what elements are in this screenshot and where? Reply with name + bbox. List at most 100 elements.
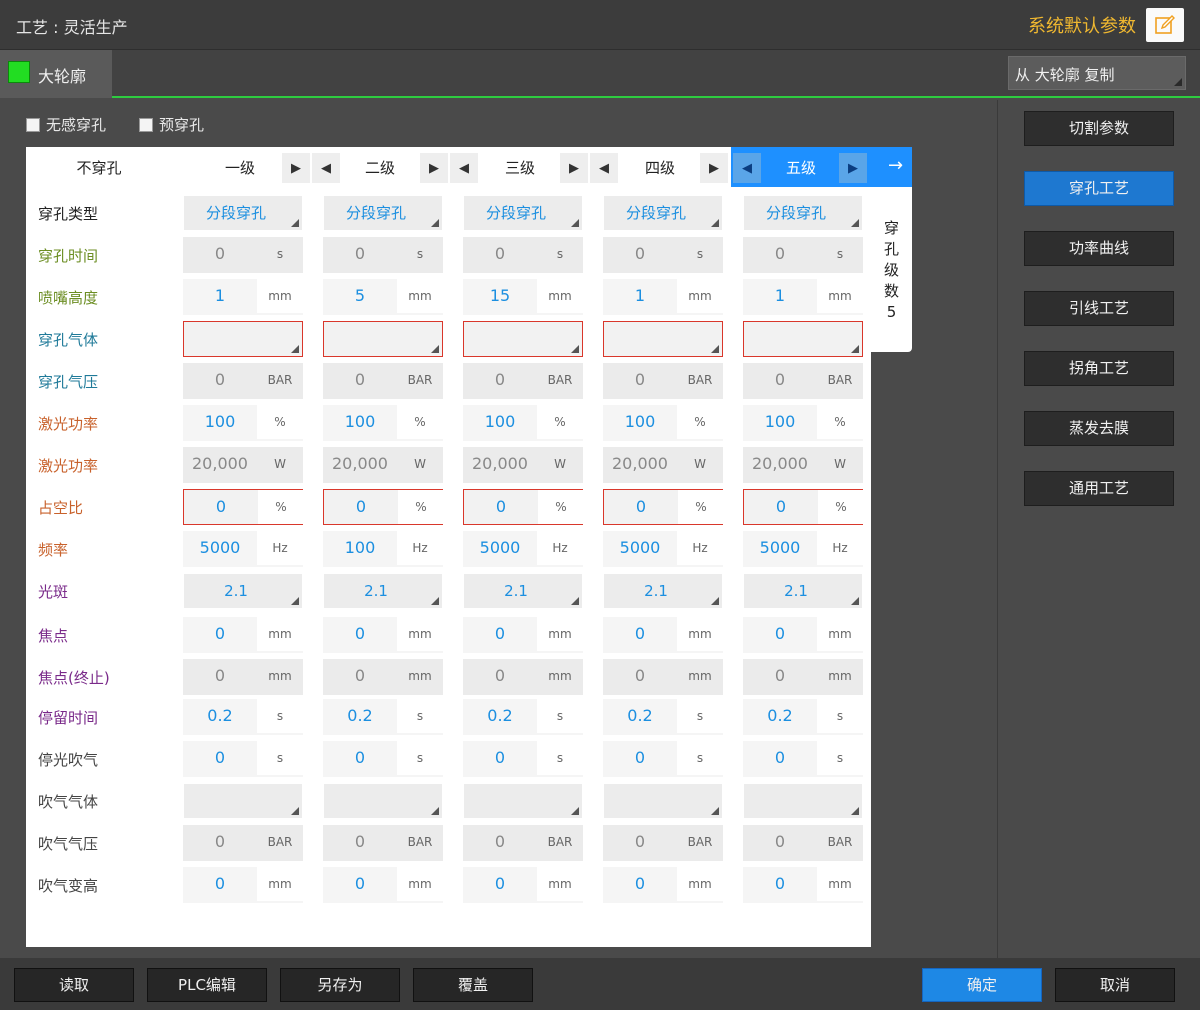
next-arrow[interactable]: ▶ <box>700 153 728 183</box>
param-select[interactable]: 2.1 <box>744 574 862 608</box>
tab-level-4[interactable]: 四级 <box>614 147 706 187</box>
silent-pierce-checkbox[interactable] <box>26 117 40 132</box>
nav-cutting-params[interactable]: 切割参数 <box>1024 111 1174 146</box>
tab-level-1[interactable]: 一级 <box>194 147 286 187</box>
param-select[interactable] <box>743 321 863 357</box>
nav-evaporate-film[interactable]: 蒸发去膜 <box>1024 411 1174 446</box>
nav-corner-process[interactable]: 拐角工艺 <box>1024 351 1174 386</box>
param-field[interactable]: 0s <box>463 741 583 777</box>
next-arrow[interactable]: ▶ <box>282 153 310 183</box>
param-field[interactable]: 5000 Hz <box>183 531 303 567</box>
param-field[interactable]: 0.2 s <box>463 699 583 735</box>
param-select[interactable] <box>184 784 302 818</box>
param-select[interactable]: 2.1 <box>464 574 582 608</box>
field-value: 1 <box>774 286 786 305</box>
param-select[interactable]: 分段穿孔 <box>604 196 722 230</box>
param-field[interactable]: 5 mm <box>323 279 443 315</box>
pre-pierce-checkbox[interactable] <box>139 117 153 132</box>
param-field[interactable]: 0% <box>463 489 584 525</box>
param-select[interactable] <box>183 321 303 357</box>
param-field: 0 BAR <box>603 363 723 399</box>
param-field[interactable]: 1 mm <box>183 279 303 315</box>
param-field[interactable]: 0 mm <box>603 867 723 903</box>
system-defaults-link[interactable]: 系统默认参数 <box>1028 12 1136 38</box>
param-field[interactable]: 0% <box>743 489 864 525</box>
tab-level-3[interactable]: 三级 <box>474 147 566 187</box>
param-field[interactable]: 0 mm <box>463 867 583 903</box>
nav-general-process[interactable]: 通用工艺 <box>1024 471 1174 506</box>
param-field[interactable]: 0.2 s <box>603 699 723 735</box>
param-field[interactable]: 100% <box>463 405 583 441</box>
param-select[interactable]: 2.1 <box>604 574 722 608</box>
param-field[interactable]: 0% <box>603 489 724 525</box>
param-field[interactable]: 1 mm <box>603 279 723 315</box>
nav-pierce-process[interactable]: 穿孔工艺 <box>1024 171 1174 206</box>
param-field[interactable]: 0s <box>743 741 863 777</box>
tab-no-pierce[interactable]: 不穿孔 <box>38 147 160 187</box>
param-field[interactable]: 100% <box>743 405 863 441</box>
read-button[interactable]: 读取 <box>14 968 134 1002</box>
field-unit: BAR <box>547 373 573 387</box>
param-field[interactable]: 100 Hz <box>323 531 443 567</box>
next-arrow[interactable]: ▶ <box>839 153 867 183</box>
field-value: 100 <box>204 412 236 431</box>
param-field[interactable]: 0% <box>323 489 444 525</box>
param-field[interactable]: 0 mm <box>463 617 583 653</box>
go-arrow-icon[interactable]: → <box>879 147 912 187</box>
param-field[interactable]: 0 mm <box>743 617 863 653</box>
silent-pierce-option[interactable]: 无感穿孔 <box>26 114 106 135</box>
tab-level-5-active[interactable]: ◀ 五级 ▶ → <box>731 147 912 187</box>
pre-pierce-option[interactable]: 预穿孔 <box>139 114 204 135</box>
param-select[interactable] <box>604 784 722 818</box>
param-field[interactable]: 0.2 s <box>183 699 303 735</box>
param-select[interactable] <box>464 784 582 818</box>
param-field[interactable]: 0% <box>183 489 304 525</box>
param-field[interactable]: 0 mm <box>323 617 443 653</box>
param-field[interactable]: 0 mm <box>183 617 303 653</box>
edit-button[interactable] <box>1146 8 1184 42</box>
param-field[interactable]: 100% <box>603 405 723 441</box>
param-field[interactable]: 0.2 s <box>323 699 443 735</box>
param-select[interactable] <box>323 321 443 357</box>
param-select[interactable]: 2.1 <box>184 574 302 608</box>
field-value: 20,000 <box>472 454 528 473</box>
param-select[interactable]: 分段穿孔 <box>184 196 302 230</box>
nav-power-curve[interactable]: 功率曲线 <box>1024 231 1174 266</box>
param-select[interactable]: 分段穿孔 <box>324 196 442 230</box>
param-field[interactable]: 100% <box>323 405 443 441</box>
tab-large-contour[interactable]: 大轮廓 <box>0 50 112 98</box>
param-field[interactable]: 0 mm <box>743 867 863 903</box>
param-field[interactable]: 0 mm <box>183 867 303 903</box>
param-select[interactable]: 2.1 <box>324 574 442 608</box>
param-field[interactable]: 0s <box>323 741 443 777</box>
param-field[interactable]: 0.2 s <box>743 699 863 735</box>
next-arrow[interactable]: ▶ <box>420 153 448 183</box>
param-select[interactable]: 分段穿孔 <box>464 196 582 230</box>
param-select[interactable]: 分段穿孔 <box>744 196 862 230</box>
field-unit: mm <box>677 617 723 651</box>
param-field[interactable]: 5000 Hz <box>603 531 723 567</box>
param-field[interactable]: 1 mm <box>743 279 863 315</box>
param-field[interactable]: 5000 Hz <box>743 531 863 567</box>
confirm-button[interactable]: 确定 <box>922 968 1042 1002</box>
tab-level-2[interactable]: 二级 <box>334 147 426 187</box>
plc-edit-button[interactable]: PLC编辑 <box>147 968 267 1002</box>
param-field[interactable]: 0s <box>183 741 303 777</box>
next-arrow[interactable]: ▶ <box>560 153 588 183</box>
save-as-button[interactable]: 另存为 <box>280 968 400 1002</box>
param-select[interactable] <box>324 784 442 818</box>
overwrite-button[interactable]: 覆盖 <box>413 968 533 1002</box>
param-field[interactable]: 0 mm <box>603 617 723 653</box>
param-select[interactable] <box>603 321 723 357</box>
nav-lead-process[interactable]: 引线工艺 <box>1024 291 1174 326</box>
param-select[interactable] <box>744 784 862 818</box>
param-field[interactable]: 0s <box>603 741 723 777</box>
prev-arrow[interactable]: ◀ <box>733 153 761 183</box>
param-field[interactable]: 15 mm <box>463 279 583 315</box>
param-field[interactable]: 0 mm <box>323 867 443 903</box>
copy-from-select[interactable]: 从 大轮廓 复制 <box>1008 56 1186 90</box>
param-field[interactable]: 5000 Hz <box>463 531 583 567</box>
cancel-button[interactable]: 取消 <box>1055 968 1175 1002</box>
param-select[interactable] <box>463 321 583 357</box>
param-field[interactable]: 100% <box>183 405 303 441</box>
